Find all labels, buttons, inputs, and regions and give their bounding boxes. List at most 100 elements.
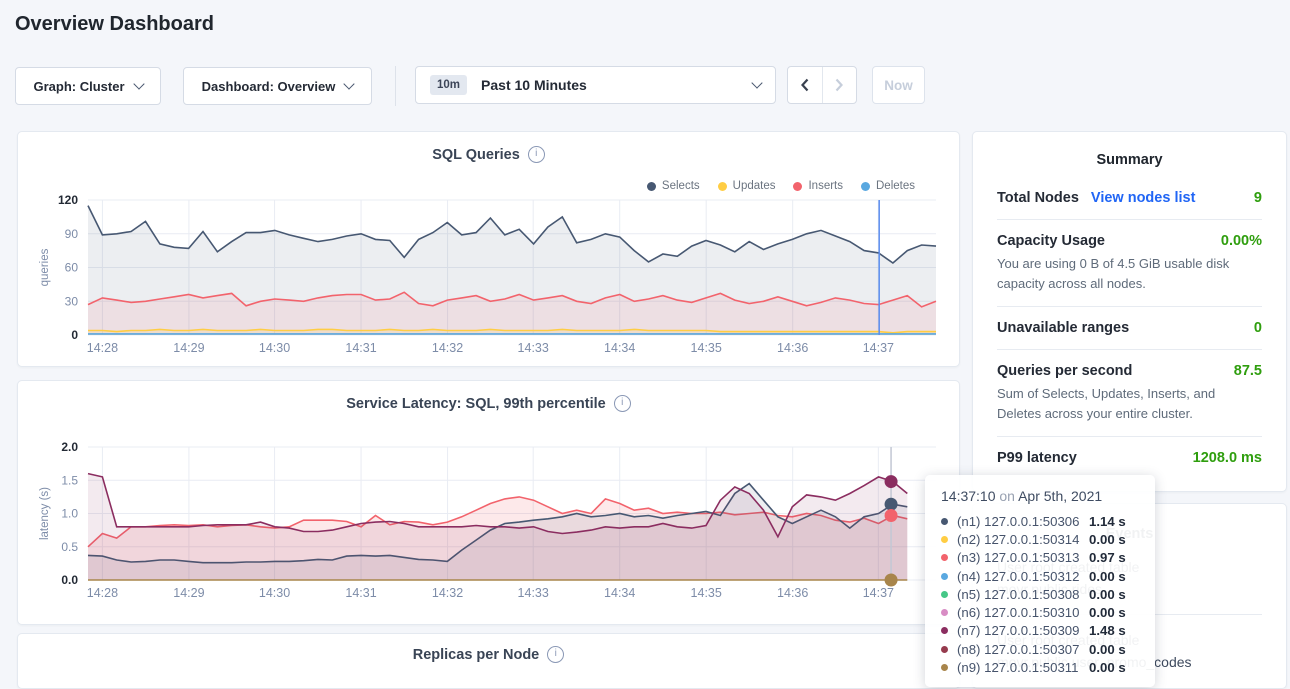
summary-row-queries-per-second: Queries per second 87.5 Sum of Selects, …: [973, 363, 1286, 423]
tooltip-node-label: (n5) 127.0.0.1:50308: [957, 587, 1079, 602]
svg-text:14:28: 14:28: [87, 586, 118, 600]
node-color-dot: [941, 609, 948, 616]
svg-text:14:35: 14:35: [691, 586, 722, 600]
svg-text:14:31: 14:31: [345, 341, 376, 355]
tooltip-node-label: (n2) 127.0.0.1:50314: [957, 532, 1079, 547]
chevron-down-icon: [133, 78, 144, 89]
service-latency-chart-card: Service Latency: SQL, 99th percentile i …: [17, 380, 960, 625]
tooltip-node-label: (n4) 127.0.0.1:50312: [957, 569, 1079, 584]
legend-dot: [793, 182, 802, 191]
tooltip-node-row: (n9) 127.0.0.1:50311 0.00 s: [941, 658, 1139, 676]
capacity-usage-value: 0.00%: [1221, 233, 1262, 249]
tooltip-node-value: 0.00 s: [1089, 605, 1139, 620]
node-color-dot: [941, 627, 948, 634]
service-latency-chart[interactable]: 0.00.51.01.52.014:2814:2914:3014:3114:32…: [18, 441, 960, 601]
info-icon[interactable]: i: [528, 146, 545, 163]
svg-text:14:34: 14:34: [604, 341, 635, 355]
svg-text:14:30: 14:30: [259, 341, 290, 355]
svg-text:0.5: 0.5: [61, 540, 78, 554]
summary-row-unavailable-ranges: Unavailable ranges 0: [973, 320, 1286, 336]
svg-text:2.0: 2.0: [61, 441, 78, 454]
legend-item-updates[interactable]: Updates: [718, 180, 776, 192]
tooltip-node-value: 1.48 s: [1089, 623, 1139, 638]
node-color-dot: [941, 591, 948, 598]
time-range-label: Past 10 Minutes: [481, 77, 587, 93]
summary-title: Summary: [973, 152, 1286, 168]
tooltip-node-label: (n1) 127.0.0.1:50306: [957, 514, 1079, 529]
svg-text:14:33: 14:33: [518, 586, 549, 600]
chevron-down-icon: [751, 77, 762, 88]
p99-latency-value: 1208.0 ms: [1193, 450, 1262, 466]
svg-text:14:33: 14:33: [518, 341, 549, 355]
tooltip-date: Apr 5th, 2021: [1018, 488, 1102, 504]
replicas-per-node-chart-card: Replicas per Node i: [17, 633, 960, 689]
next-time-button[interactable]: [822, 67, 857, 103]
capacity-usage-description: You are using 0 B of 4.5 GiB usable disk…: [997, 254, 1262, 293]
svg-text:30: 30: [65, 294, 79, 308]
info-icon[interactable]: i: [547, 646, 564, 663]
node-color-dot: [941, 518, 948, 525]
summary-row-p99-latency: P99 latency 1208.0 ms: [973, 450, 1286, 466]
view-nodes-list-link[interactable]: View nodes list: [1091, 190, 1196, 206]
sql-queries-chart[interactable]: 030609012014:2814:2914:3014:3114:3214:33…: [18, 194, 960, 359]
svg-text:14:36: 14:36: [777, 341, 808, 355]
svg-text:14:37: 14:37: [863, 586, 894, 600]
tooltip-node-value: 0.00 s: [1089, 660, 1139, 675]
chevron-left-icon: [800, 78, 810, 92]
tooltip-node-value: 1.14 s: [1089, 514, 1139, 529]
tooltip-node-value: 0.00 s: [1089, 587, 1139, 602]
summary-row-capacity-usage: Capacity Usage 0.00% You are using 0 B o…: [973, 233, 1286, 293]
now-button[interactable]: Now: [872, 66, 925, 104]
legend-label: Inserts: [808, 180, 843, 192]
queries-per-second-label: Queries per second: [997, 363, 1132, 379]
graph-dropdown[interactable]: Graph: Cluster: [15, 67, 161, 105]
svg-text:0.0: 0.0: [61, 573, 78, 587]
info-icon[interactable]: i: [614, 395, 631, 412]
tooltip-timestamp: 14:37:10 on Apr 5th, 2021: [941, 488, 1139, 504]
tooltip-node-row: (n2) 127.0.0.1:50314 0.00 s: [941, 530, 1139, 548]
tooltip-node-label: (n9) 127.0.0.1:50311: [957, 660, 1078, 675]
svg-text:14:30: 14:30: [259, 586, 290, 600]
tooltip-node-value: 0.00 s: [1089, 532, 1139, 547]
node-color-dot: [941, 664, 948, 671]
node-color-dot: [941, 536, 948, 543]
legend-label: Deletes: [876, 180, 915, 192]
svg-text:90: 90: [65, 227, 79, 241]
chart-title-text: Service Latency: SQL, 99th percentile: [346, 396, 606, 412]
svg-text:queries: queries: [39, 248, 51, 286]
svg-text:0: 0: [71, 328, 78, 342]
tooltip-node-row: (n1) 127.0.0.1:50306 1.14 s: [941, 512, 1139, 530]
tooltip-node-value: 0.00 s: [1089, 642, 1139, 657]
divider: [997, 219, 1262, 220]
time-range-dropdown[interactable]: 10m Past 10 Minutes: [415, 66, 776, 104]
time-range-badge: 10m: [430, 75, 467, 95]
prev-time-button[interactable]: [788, 67, 822, 103]
tooltip-time: 14:37:10: [941, 488, 996, 504]
chart-title-text: Replicas per Node: [413, 647, 540, 663]
legend-dot: [647, 182, 656, 191]
node-color-dot: [941, 573, 948, 580]
legend-dot: [861, 182, 870, 191]
svg-text:14:35: 14:35: [691, 341, 722, 355]
tooltip-node-value: 0.00 s: [1089, 569, 1139, 584]
legend-item-inserts[interactable]: Inserts: [793, 180, 843, 192]
chevron-right-icon: [834, 78, 844, 92]
replicas-per-node-chart-title: Replicas per Node i: [18, 646, 959, 663]
svg-text:14:37: 14:37: [863, 341, 894, 355]
page-title: Overview Dashboard: [15, 13, 214, 36]
sql-queries-chart-card: SQL Queries i Selects Updates Inserts De…: [17, 131, 960, 367]
svg-text:14:29: 14:29: [173, 341, 204, 355]
tooltip-node-label: (n7) 127.0.0.1:50309: [957, 623, 1079, 638]
legend-item-selects[interactable]: Selects: [647, 180, 700, 192]
svg-text:latency (s): latency (s): [39, 487, 51, 540]
chart-title-text: SQL Queries: [432, 147, 520, 163]
tooltip-node-label: (n6) 127.0.0.1:50310: [957, 605, 1079, 620]
svg-text:14:28: 14:28: [87, 341, 118, 355]
chevron-down-icon: [344, 78, 355, 89]
dashboard-dropdown[interactable]: Dashboard: Overview: [183, 67, 372, 105]
tooltip-node-value: 0.97 s: [1089, 550, 1139, 565]
legend-item-deletes[interactable]: Deletes: [861, 180, 915, 192]
dashboard-dropdown-label: Dashboard: Overview: [202, 79, 336, 94]
unavailable-ranges-label: Unavailable ranges: [997, 320, 1129, 336]
total-nodes-label: Total Nodes: [997, 190, 1079, 206]
